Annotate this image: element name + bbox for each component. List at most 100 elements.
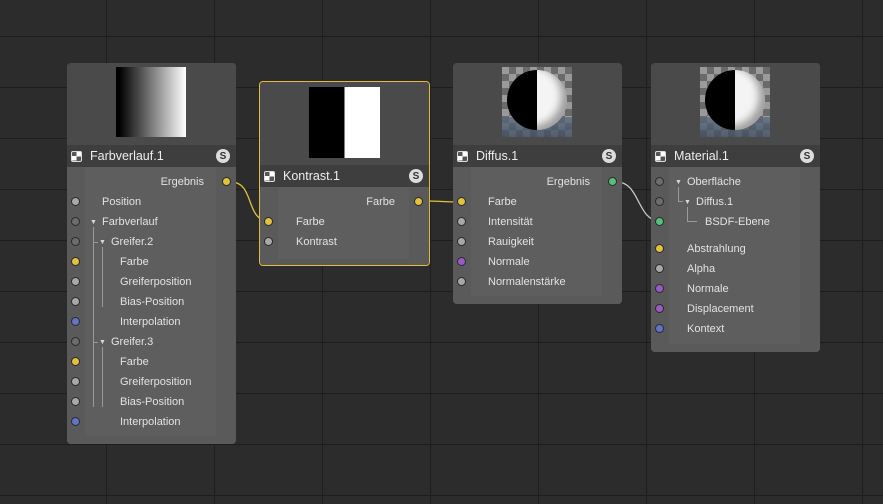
input-port[interactable]	[655, 264, 664, 273]
input-port[interactable]	[655, 244, 664, 253]
port-label: Position	[102, 196, 142, 208]
tree-guide-line	[678, 187, 679, 201]
node-material[interactable]: Material.1 S ▼ Oberfläche ▼ Diffus.1 BSD…	[651, 63, 820, 352]
output-port-farbe[interactable]	[414, 197, 423, 206]
preview-sphere	[705, 70, 765, 130]
input-port[interactable]	[71, 417, 80, 426]
node-preview	[67, 63, 236, 145]
material-preview-image	[502, 67, 572, 137]
expand-triangle-icon[interactable]: ▼	[99, 339, 106, 346]
input-port[interactable]	[71, 297, 80, 306]
input-port[interactable]	[71, 197, 80, 206]
port-label: Interpolation	[120, 316, 181, 328]
port-label: Farbe	[296, 216, 325, 228]
node-preview	[651, 63, 820, 145]
node-kontrast[interactable]: Kontrast.1 S Farbe Farbe Kontrast	[259, 81, 430, 266]
input-port[interactable]	[457, 217, 466, 226]
port-label: Bias-Position	[120, 296, 185, 308]
port-label: Normale	[687, 283, 729, 295]
input-port-farbe[interactable]	[264, 217, 273, 226]
input-port[interactable]	[457, 197, 466, 206]
input-port-kontrast[interactable]	[264, 237, 273, 246]
node-body: Ergebnis Position ▼ Farbverlauf ▼ Greife…	[67, 167, 236, 444]
input-port[interactable]	[71, 217, 80, 226]
input-port[interactable]	[71, 397, 80, 406]
node-body: ▼ Oberfläche ▼ Diffus.1 BSDF-Ebene Abstr…	[651, 167, 820, 352]
port-group-label: Greifer.2	[111, 236, 154, 248]
node-body: Ergebnis Farbe Intensität Rauigkeit Norm…	[453, 167, 622, 304]
input-port[interactable]	[457, 277, 466, 286]
port-label: Intensität	[488, 216, 533, 228]
node-header[interactable]: Kontrast.1 S	[260, 165, 429, 187]
port-label: Abstrahlung	[687, 243, 746, 255]
input-port[interactable]	[71, 277, 80, 286]
input-port[interactable]	[71, 337, 80, 346]
expand-triangle-icon[interactable]: ▼	[684, 199, 691, 206]
output-port-ergebnis[interactable]	[222, 177, 231, 186]
material-preview-image	[700, 67, 770, 137]
node-preview	[453, 63, 622, 145]
node-header[interactable]: Diffus.1 S	[453, 145, 622, 167]
solo-badge-icon[interactable]: S	[409, 169, 423, 183]
node-diffus[interactable]: Diffus.1 S Ergebnis Farbe Intensität Rau…	[453, 63, 622, 304]
input-port[interactable]	[457, 257, 466, 266]
shader-node-icon	[457, 150, 468, 162]
input-port[interactable]	[457, 237, 466, 246]
port-list	[669, 167, 800, 344]
shader-node-icon	[71, 150, 82, 162]
input-port[interactable]	[655, 197, 664, 206]
node-farbverlauf[interactable]: Farbverlauf.1 S Ergebnis Position ▼ Farb…	[67, 63, 236, 444]
tree-guide-line	[102, 247, 103, 307]
input-port[interactable]	[71, 377, 80, 386]
port-label: Bias-Position	[120, 396, 185, 408]
node-title: Diffus.1	[476, 149, 519, 163]
port-group-label: Diffus.1	[696, 196, 734, 208]
node-body: Farbe Farbe Kontrast	[260, 187, 429, 265]
solo-badge-icon[interactable]: S	[216, 149, 230, 163]
node-title: Farbverlauf.1	[90, 149, 164, 163]
expand-triangle-icon[interactable]: ▼	[675, 179, 682, 186]
input-port-bsdf-ebene[interactable]	[655, 217, 664, 226]
preview-sphere	[507, 70, 567, 130]
node-preview	[260, 82, 429, 166]
output-label: Farbe	[366, 196, 395, 208]
port-label: Greiferposition	[120, 276, 192, 288]
port-label: Farbe	[120, 356, 149, 368]
input-port[interactable]	[71, 237, 80, 246]
port-label: Alpha	[687, 263, 716, 275]
port-label: Displacement	[687, 303, 754, 315]
tree-guide-line	[102, 347, 103, 407]
port-group-label: Farbverlauf	[102, 216, 158, 228]
node-header[interactable]: Material.1 S	[651, 145, 820, 167]
shader-node-icon	[264, 170, 275, 182]
output-port-ergebnis[interactable]	[608, 177, 617, 186]
input-port[interactable]	[655, 324, 664, 333]
tree-guide-line	[687, 207, 688, 221]
solo-badge-icon[interactable]: S	[602, 149, 616, 163]
input-port[interactable]	[71, 257, 80, 266]
tree-guide-line	[93, 227, 94, 407]
tree-guide-line	[687, 221, 697, 222]
output-label: Ergebnis	[160, 176, 204, 188]
node-title: Kontrast.1	[283, 169, 340, 183]
port-label: Kontrast	[296, 236, 337, 248]
expand-triangle-icon[interactable]: ▼	[99, 239, 106, 246]
shader-node-icon	[655, 150, 666, 162]
input-port[interactable]	[71, 357, 80, 366]
input-port[interactable]	[71, 317, 80, 326]
port-group-label: Greifer.3	[111, 336, 154, 348]
solo-badge-icon[interactable]: S	[800, 149, 814, 163]
node-header[interactable]: Farbverlauf.1 S	[67, 145, 236, 167]
input-port[interactable]	[655, 177, 664, 186]
expand-triangle-icon[interactable]: ▼	[90, 219, 97, 226]
output-label: Ergebnis	[546, 176, 590, 188]
port-label: BSDF-Ebene	[705, 216, 770, 228]
tree-guide-line	[678, 201, 683, 202]
port-label: Rauigkeit	[488, 236, 534, 248]
port-label: Normale	[488, 256, 530, 268]
gradient-preview-image	[116, 67, 186, 137]
port-label: Normalenstärke	[488, 276, 566, 288]
input-port[interactable]	[655, 304, 664, 313]
input-port[interactable]	[655, 284, 664, 293]
tree-guide-line	[93, 242, 98, 243]
